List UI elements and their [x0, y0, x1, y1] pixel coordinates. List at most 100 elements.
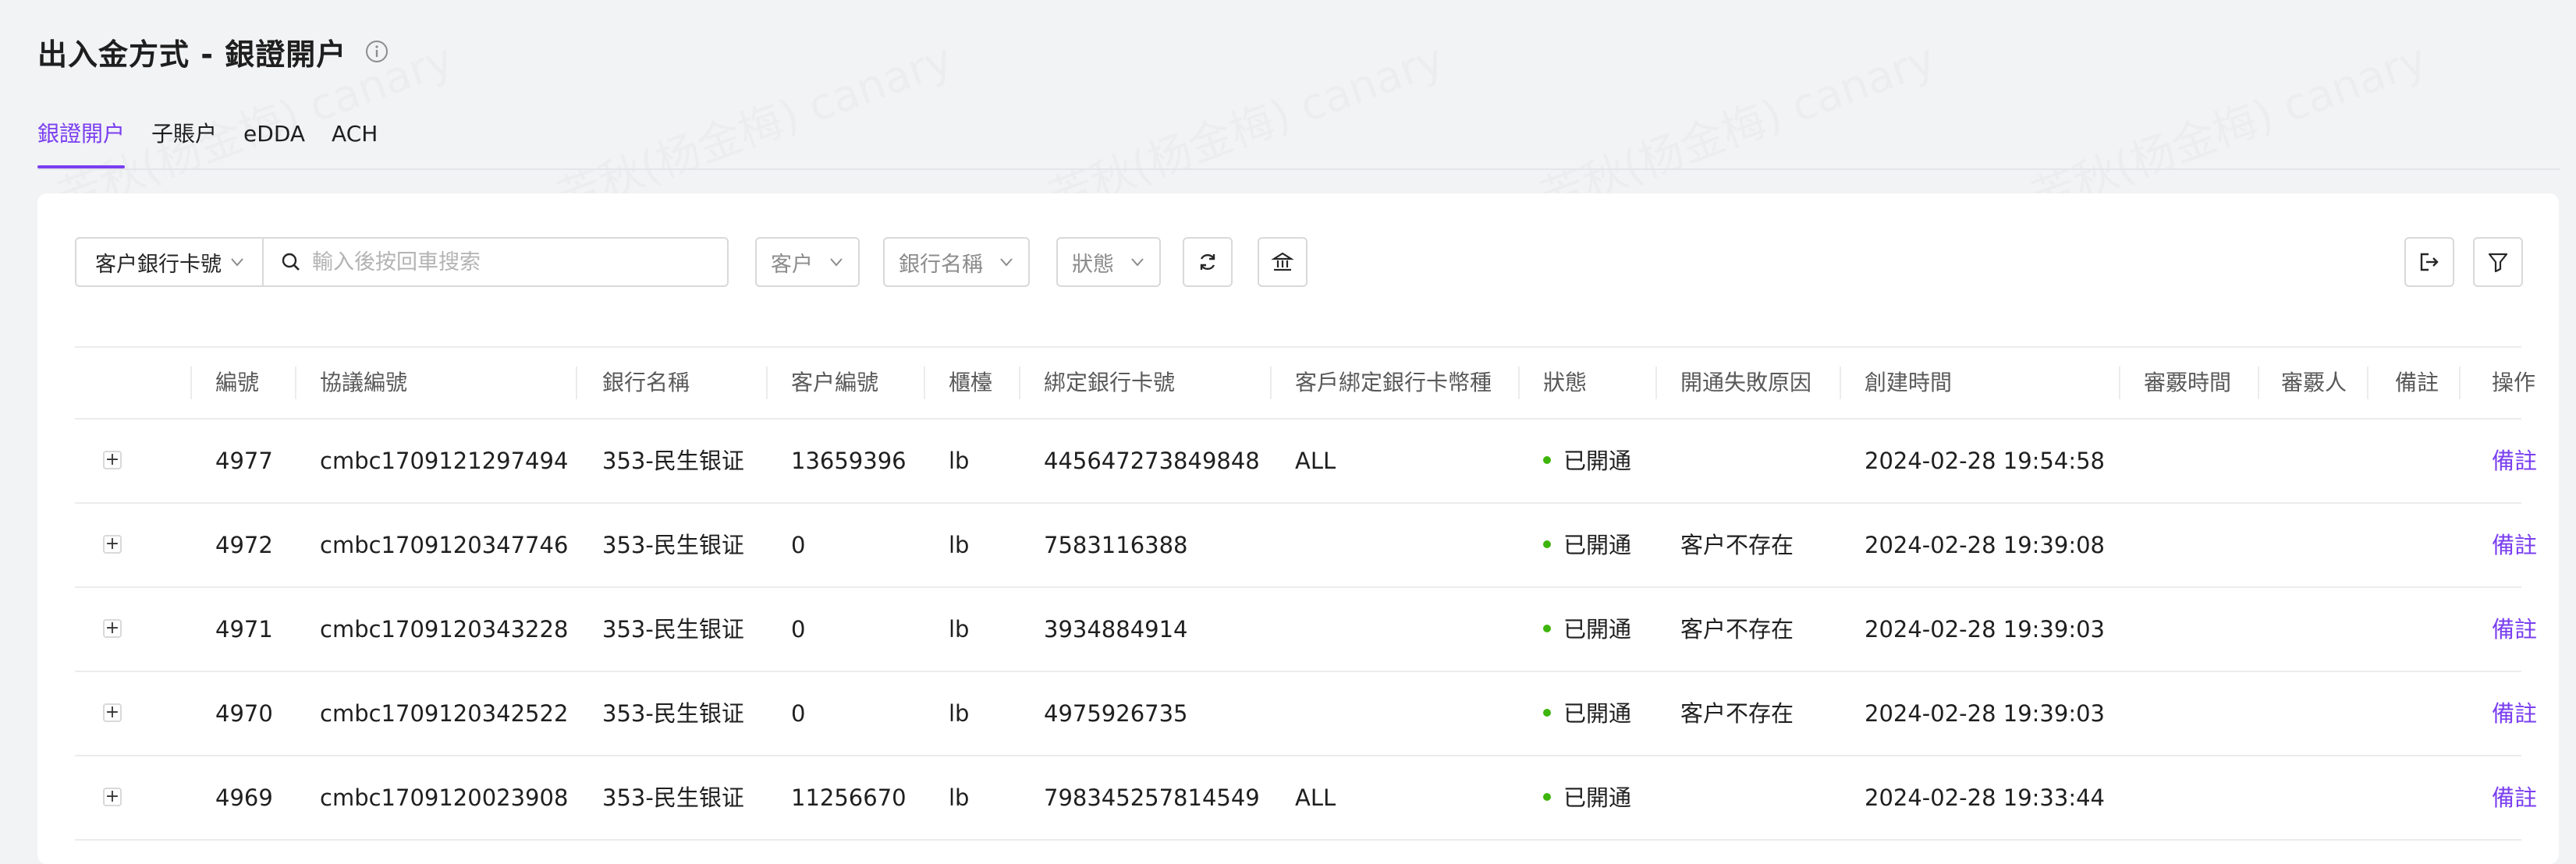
search-input[interactable]: [310, 249, 719, 275]
status-text: 已開通: [1563, 616, 1632, 643]
column-separator: [1019, 366, 1020, 399]
column-header-id: 編號: [215, 370, 260, 395]
status-text: 已開通: [1563, 700, 1632, 727]
filter-button[interactable]: [2473, 237, 2523, 287]
status-dot-icon: [1543, 540, 1551, 548]
table-header: 編號 協議編號 銀行名稱 客户編號 櫃檯 綁定銀行卡號 客戶綁定銀行卡幣種 狀態…: [75, 346, 2535, 420]
cell-bank-name: 353-民生银证: [602, 616, 744, 643]
cell-customer-no: 0: [791, 700, 806, 727]
remark-action-link[interactable]: 備註: [2492, 672, 2537, 755]
cell-id: 4977: [215, 448, 273, 474]
export-icon: [2420, 253, 2439, 271]
remark-action-link[interactable]: 備註: [2492, 756, 2537, 839]
cell-bank-name: 353-民生银证: [602, 784, 744, 811]
cell-agreement-no: cmbc1709120342522: [320, 700, 569, 727]
column-separator: [1655, 366, 1657, 399]
search-box: [264, 239, 727, 285]
page-title: 出入金方式 - 銀證開户: [37, 37, 347, 72]
expand-row-button[interactable]: +: [103, 703, 122, 722]
refresh-icon: [1200, 253, 1215, 271]
tab-ach[interactable]: ACH: [332, 114, 378, 167]
table-row: + 4969 cmbc1709120023908 353-民生银证 112566…: [75, 756, 2537, 841]
cell-card-no: 445647273849848: [1044, 448, 1260, 474]
chevron-down-icon: [830, 258, 843, 267]
tab-sub-account[interactable]: 子賬户: [151, 114, 217, 167]
cell-created-time: 2024-02-28 19:33:44: [1865, 784, 2105, 811]
cell-fail-reason: 客户不存在: [1680, 532, 1794, 558]
cell-card-currency: ALL: [1295, 448, 1336, 474]
cell-status: 已開通: [1543, 504, 1631, 586]
cell-bank-name: 353-民生银证: [602, 532, 744, 558]
remark-action-link[interactable]: 備註: [2492, 420, 2537, 502]
bank-name-dropdown[interactable]: 銀行名稱: [883, 237, 1030, 287]
info-icon[interactable]: [365, 40, 389, 63]
search-field-select[interactable]: 客户銀行卡號: [76, 239, 264, 285]
search-icon: [282, 253, 300, 271]
table-row: + 4971 cmbc1709120343228 353-民生银证 0 lb 3…: [75, 588, 2537, 672]
cell-card-no: 4975926735: [1044, 700, 1188, 727]
column-header-customer-no: 客户編號: [791, 370, 879, 395]
column-separator: [2459, 366, 2461, 399]
column-separator: [2367, 366, 2368, 399]
column-separator: [576, 366, 577, 399]
cell-counter: lb: [949, 700, 970, 727]
status-dropdown-label: 狀態: [1072, 252, 1114, 277]
column-separator: [2119, 366, 2120, 399]
cell-fail-reason: 客户不存在: [1680, 616, 1794, 643]
tab-edda[interactable]: eDDA: [243, 114, 305, 167]
chevron-down-icon: [1131, 258, 1144, 267]
cell-card-currency: ALL: [1295, 784, 1336, 811]
column-header-bank-name: 銀行名稱: [602, 370, 690, 395]
cell-id: 4970: [215, 700, 273, 727]
table-row: + 4977 cmbc1709121297494 353-民生银证 136593…: [75, 420, 2537, 504]
expand-row-button[interactable]: +: [103, 451, 122, 469]
column-separator: [766, 366, 768, 399]
expand-row-button[interactable]: +: [103, 788, 122, 806]
cell-customer-no: 0: [791, 532, 806, 558]
cell-agreement-no: cmbc1709120343228: [320, 616, 569, 643]
column-separator: [295, 366, 296, 399]
cell-created-time: 2024-02-28 19:39:03: [1865, 700, 2105, 727]
cell-bank-name: 353-民生银证: [602, 700, 744, 727]
page-header: 出入金方式 - 銀證開户: [37, 28, 389, 75]
tab-bank-securities-account[interactable]: 銀證開户: [37, 114, 126, 168]
column-separator: [1518, 366, 1520, 399]
refresh-button[interactable]: [1183, 237, 1233, 287]
column-separator: [190, 366, 192, 399]
customer-dropdown-label: 客户: [771, 252, 813, 277]
expand-row-button[interactable]: +: [103, 535, 122, 554]
column-header-card-currency: 客戶綁定銀行卡幣種: [1295, 370, 1492, 395]
bank-button[interactable]: [1258, 237, 1308, 287]
column-separator: [1270, 366, 1272, 399]
cell-counter: lb: [949, 616, 970, 643]
table-row: + 4972 cmbc1709120347746 353-民生银证 0 lb 7…: [75, 504, 2537, 588]
column-header-remark: 備註: [2395, 370, 2439, 395]
cell-id: 4971: [215, 616, 273, 643]
export-button[interactable]: [2404, 237, 2454, 287]
bank-name-dropdown-label: 銀行名稱: [899, 252, 983, 277]
search-field-label: 客户銀行卡號: [95, 252, 222, 277]
status-text: 已開通: [1563, 448, 1632, 474]
column-separator: [924, 366, 925, 399]
chevron-down-icon: [1000, 258, 1013, 267]
cell-customer-no: 11256670: [791, 784, 907, 811]
status-dot-icon: [1543, 793, 1551, 801]
data-table: 編號 協議編號 銀行名稱 客户編號 櫃檯 綁定銀行卡號 客戶綁定銀行卡幣種 狀態…: [75, 346, 2537, 841]
tab-bar: 銀證開户 子賬户 eDDA ACH: [37, 114, 2560, 170]
column-header-fail-reason: 開通失敗原因: [1680, 370, 1812, 395]
customer-dropdown[interactable]: 客户: [755, 237, 860, 287]
content-card: 客户銀行卡號 客户 銀行名稱 狀態: [37, 193, 2559, 864]
column-header-status: 狀態: [1543, 370, 1588, 395]
expand-row-button[interactable]: +: [103, 619, 122, 638]
column-header-reviewer: 審覈人: [2281, 370, 2347, 395]
column-separator: [1840, 366, 1841, 399]
status-dropdown[interactable]: 狀態: [1056, 237, 1161, 287]
cell-agreement-no: cmbc1709120347746: [320, 532, 569, 558]
remark-action-link[interactable]: 備註: [2492, 588, 2537, 671]
cell-customer-no: 0: [791, 616, 806, 643]
cell-card-no: 7583116388: [1044, 532, 1188, 558]
cell-customer-no: 13659396: [791, 448, 907, 474]
remark-action-link[interactable]: 備註: [2492, 504, 2537, 586]
cell-agreement-no: cmbc1709121297494: [320, 448, 569, 474]
status-dot-icon: [1543, 625, 1551, 632]
